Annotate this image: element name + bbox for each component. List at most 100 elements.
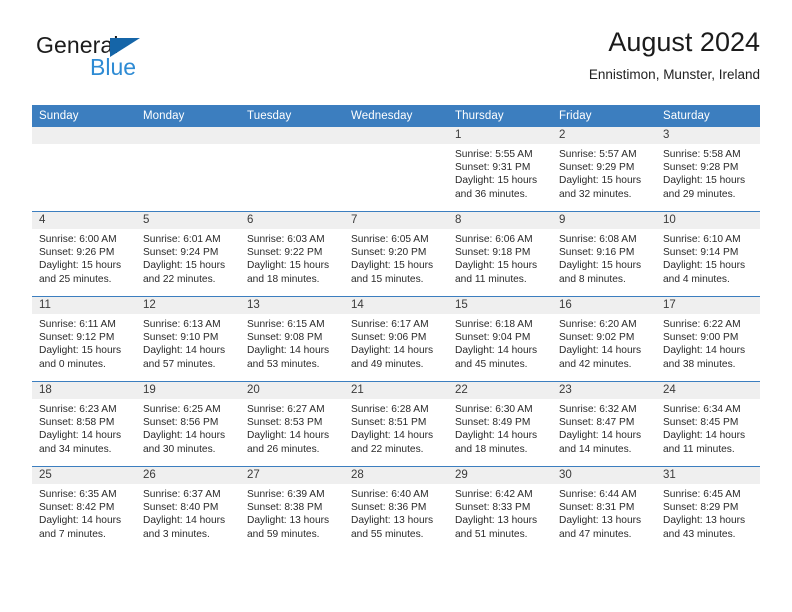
day-number: 29: [448, 467, 552, 484]
calendar-day-cell[interactable]: [32, 127, 136, 212]
day-cell-content: 7 Sunrise: 6:05 AM Sunset: 9:20 PM Daylight…: [344, 212, 448, 296]
day-cell-content: 27 Sunrise: 6:39 AM Sunset: 8:38 PM Dayligh…: [240, 467, 344, 551]
day-detail-line: Sunrise: 6:30 AM: [455, 404, 533, 415]
day-detail-line: Daylight: 15 hours: [39, 345, 122, 357]
day-sun-details: Sunrise: 6:06 AM Sunset: 9:18 PM Daylight:…: [448, 229, 552, 286]
day-detail-line: and 14 minutes.: [559, 443, 632, 455]
calendar-day-cell[interactable]: 21 Sunrise: 6:28 AM Sunset: 8:51 PM Dayligh…: [344, 381, 448, 467]
day-cell-content: [32, 127, 136, 211]
day-cell-content: 18 Sunrise: 6:23 AM Sunset: 8:58 PM Dayligh…: [32, 382, 136, 466]
day-detail-line: Sunset: 8:36 PM: [351, 502, 427, 514]
day-detail-line: Daylight: 14 hours: [455, 430, 538, 442]
day-detail-line: Sunrise: 6:44 AM: [559, 489, 637, 500]
day-detail-line: Daylight: 13 hours: [247, 515, 330, 527]
day-detail-line: Sunset: 9:24 PM: [143, 247, 219, 259]
day-detail-line: Sunset: 8:42 PM: [39, 502, 115, 514]
calendar-day-cell[interactable]: 4 Sunrise: 6:00 AM Sunset: 9:26 PM Daylight…: [32, 211, 136, 297]
calendar-day-cell[interactable]: 8 Sunrise: 6:06 AM Sunset: 9:18 PM Daylight…: [448, 211, 552, 297]
day-detail-line: Sunrise: 6:39 AM: [247, 489, 325, 500]
calendar-day-cell[interactable]: 16 Sunrise: 6:20 AM Sunset: 9:02 PM Dayligh…: [552, 296, 656, 382]
day-detail-line: and 53 minutes.: [247, 358, 320, 370]
calendar-day-cell[interactable]: 18 Sunrise: 6:23 AM Sunset: 8:58 PM Dayligh…: [32, 381, 136, 467]
calendar-day-cell[interactable]: 22 Sunrise: 6:30 AM Sunset: 8:49 PM Dayligh…: [448, 381, 552, 467]
calendar-day-cell[interactable]: 7 Sunrise: 6:05 AM Sunset: 9:20 PM Daylight…: [344, 211, 448, 297]
calendar-day-cell[interactable]: 15 Sunrise: 6:18 AM Sunset: 9:04 PM Dayligh…: [448, 296, 552, 382]
calendar-day-cell[interactable]: 1 Sunrise: 5:55 AM Sunset: 9:31 PM Daylight…: [448, 127, 552, 212]
page-header: General Blue August 2024 Ennistimon, Mun…: [32, 27, 760, 100]
weekday-header-thursday: Thursday: [448, 105, 552, 127]
calendar-body: 1 Sunrise: 5:55 AM Sunset: 9:31 PM Daylight…: [32, 127, 760, 551]
calendar-day-cell[interactable]: 19 Sunrise: 6:25 AM Sunset: 8:56 PM Dayligh…: [136, 381, 240, 467]
day-detail-line: Sunrise: 6:32 AM: [559, 404, 637, 415]
day-sun-details: Sunrise: 6:42 AM Sunset: 8:33 PM Daylight:…: [448, 484, 552, 541]
day-number: 4: [32, 212, 136, 229]
calendar-day-cell[interactable]: 12 Sunrise: 6:13 AM Sunset: 9:10 PM Dayligh…: [136, 296, 240, 382]
calendar-day-cell[interactable]: 26 Sunrise: 6:37 AM Sunset: 8:40 PM Dayligh…: [136, 466, 240, 551]
calendar-day-cell[interactable]: 25 Sunrise: 6:35 AM Sunset: 8:42 PM Dayligh…: [32, 466, 136, 551]
day-sun-details: Sunrise: 6:11 AM Sunset: 9:12 PM Daylight:…: [32, 314, 136, 371]
calendar-day-cell[interactable]: 6 Sunrise: 6:03 AM Sunset: 9:22 PM Daylight…: [240, 211, 344, 297]
calendar-day-cell[interactable]: [136, 127, 240, 212]
calendar-day-cell[interactable]: 29 Sunrise: 6:42 AM Sunset: 8:33 PM Dayligh…: [448, 466, 552, 551]
day-sun-details: Sunrise: 6:01 AM Sunset: 9:24 PM Daylight:…: [136, 229, 240, 286]
day-cell-content: 5 Sunrise: 6:01 AM Sunset: 9:24 PM Daylight…: [136, 212, 240, 296]
day-detail-line: and 43 minutes.: [663, 528, 736, 540]
calendar-day-cell[interactable]: 31 Sunrise: 6:45 AM Sunset: 8:29 PM Dayligh…: [656, 466, 760, 551]
calendar-day-cell[interactable]: 9 Sunrise: 6:08 AM Sunset: 9:16 PM Daylight…: [552, 211, 656, 297]
weekday-header-tuesday: Tuesday: [240, 105, 344, 127]
day-detail-line: Sunrise: 6:27 AM: [247, 404, 325, 415]
calendar-day-cell[interactable]: 28 Sunrise: 6:40 AM Sunset: 8:36 PM Dayligh…: [344, 466, 448, 551]
calendar-day-cell[interactable]: 11 Sunrise: 6:11 AM Sunset: 9:12 PM Dayligh…: [32, 296, 136, 382]
calendar-day-cell[interactable]: 14 Sunrise: 6:17 AM Sunset: 9:06 PM Dayligh…: [344, 296, 448, 382]
day-detail-line: Sunset: 9:06 PM: [351, 332, 427, 344]
day-detail-line: Sunrise: 6:17 AM: [351, 319, 429, 330]
calendar-day-cell[interactable]: 10 Sunrise: 6:10 AM Sunset: 9:14 PM Dayligh…: [656, 211, 760, 297]
day-detail-line: Sunrise: 6:23 AM: [39, 404, 117, 415]
day-sun-details: Sunrise: 6:28 AM Sunset: 8:51 PM Daylight:…: [344, 399, 448, 456]
day-cell-content: 29 Sunrise: 6:42 AM Sunset: 8:33 PM Dayligh…: [448, 467, 552, 551]
calendar-day-cell[interactable]: [240, 127, 344, 212]
day-cell-content: 1 Sunrise: 5:55 AM Sunset: 9:31 PM Daylight…: [448, 127, 552, 211]
day-detail-line: and 3 minutes.: [143, 528, 210, 540]
day-detail-line: Sunset: 8:33 PM: [455, 502, 531, 514]
day-detail-line: and 34 minutes.: [39, 443, 112, 455]
day-detail-line: Daylight: 14 hours: [247, 345, 330, 357]
day-sun-details: Sunrise: 6:32 AM Sunset: 8:47 PM Daylight:…: [552, 399, 656, 456]
day-detail-line: and 30 minutes.: [143, 443, 216, 455]
calendar-day-cell[interactable]: 5 Sunrise: 6:01 AM Sunset: 9:24 PM Daylight…: [136, 211, 240, 297]
day-number: 5: [136, 212, 240, 229]
day-cell-content: [136, 127, 240, 211]
day-number: 10: [656, 212, 760, 229]
day-cell-content: 12 Sunrise: 6:13 AM Sunset: 9:10 PM Dayligh…: [136, 297, 240, 381]
calendar-day-cell[interactable]: 27 Sunrise: 6:39 AM Sunset: 8:38 PM Dayligh…: [240, 466, 344, 551]
calendar-day-cell[interactable]: [344, 127, 448, 212]
day-detail-line: Daylight: 14 hours: [455, 345, 538, 357]
calendar-day-cell[interactable]: 30 Sunrise: 6:44 AM Sunset: 8:31 PM Dayligh…: [552, 466, 656, 551]
day-sun-details: Sunrise: 6:34 AM Sunset: 8:45 PM Daylight:…: [656, 399, 760, 456]
day-number: 6: [240, 212, 344, 229]
day-number: 20: [240, 382, 344, 399]
day-sun-details: Sunrise: 6:23 AM Sunset: 8:58 PM Daylight:…: [32, 399, 136, 456]
day-detail-line: and 11 minutes.: [663, 443, 735, 455]
day-sun-details: Sunrise: 6:08 AM Sunset: 9:16 PM Daylight:…: [552, 229, 656, 286]
day-detail-line: Sunset: 9:28 PM: [663, 162, 739, 174]
calendar-day-cell[interactable]: 2 Sunrise: 5:57 AM Sunset: 9:29 PM Daylight…: [552, 127, 656, 212]
calendar-day-cell[interactable]: 20 Sunrise: 6:27 AM Sunset: 8:53 PM Dayligh…: [240, 381, 344, 467]
calendar-day-cell[interactable]: 17 Sunrise: 6:22 AM Sunset: 9:00 PM Dayligh…: [656, 296, 760, 382]
day-number: 1: [448, 127, 552, 144]
calendar-day-cell[interactable]: 24 Sunrise: 6:34 AM Sunset: 8:45 PM Dayligh…: [656, 381, 760, 467]
calendar-day-cell[interactable]: 3 Sunrise: 5:58 AM Sunset: 9:28 PM Daylight…: [656, 127, 760, 212]
day-detail-line: and 22 minutes.: [351, 443, 424, 455]
day-detail-line: Sunrise: 6:11 AM: [39, 319, 116, 330]
calendar-day-cell[interactable]: 13 Sunrise: 6:15 AM Sunset: 9:08 PM Dayligh…: [240, 296, 344, 382]
day-cell-content: 15 Sunrise: 6:18 AM Sunset: 9:04 PM Dayligh…: [448, 297, 552, 381]
calendar-day-cell[interactable]: 23 Sunrise: 6:32 AM Sunset: 8:47 PM Dayligh…: [552, 381, 656, 467]
day-cell-content: 4 Sunrise: 6:00 AM Sunset: 9:26 PM Daylight…: [32, 212, 136, 296]
day-detail-line: and 32 minutes.: [559, 188, 632, 200]
day-sun-details: Sunrise: 6:25 AM Sunset: 8:56 PM Daylight:…: [136, 399, 240, 456]
general-blue-logo[interactable]: General Blue: [36, 34, 256, 92]
day-detail-line: and 11 minutes.: [455, 273, 527, 285]
day-cell-content: 6 Sunrise: 6:03 AM Sunset: 9:22 PM Daylight…: [240, 212, 344, 296]
day-number: 19: [136, 382, 240, 399]
day-sun-details: Sunrise: 6:30 AM Sunset: 8:49 PM Daylight:…: [448, 399, 552, 456]
